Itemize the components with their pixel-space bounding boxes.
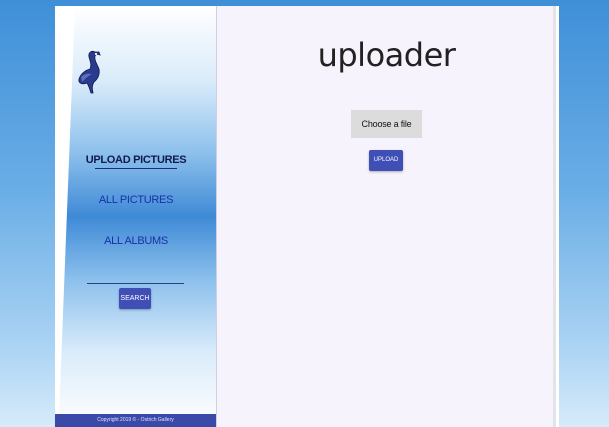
page-title: uploader (317, 36, 456, 74)
footer: Copyright 2019 © - Ostrich Gallery (55, 414, 216, 427)
ostrich-logo-icon[interactable] (73, 46, 107, 94)
nav-all-pictures[interactable]: ALL PICTURES (75, 194, 197, 206)
upload-button[interactable]: UPLOAD (369, 150, 403, 171)
nav-all-albums[interactable]: ALL ALBUMS (75, 235, 197, 247)
sidebar: UPLOAD PICTURES ALL PICTURES ALL ALBUMS … (55, 6, 217, 427)
nav-upload-pictures[interactable]: UPLOAD PICTURES (75, 154, 197, 169)
search-button[interactable]: SEARCH (119, 288, 151, 309)
app-window: UPLOAD PICTURES ALL PICTURES ALL ALBUMS … (55, 6, 559, 427)
scrollbar[interactable] (553, 6, 556, 427)
choose-file-button[interactable]: Choose a file (351, 110, 422, 138)
main-content: uploader Choose a file UPLOAD (217, 6, 556, 427)
search-divider (87, 283, 184, 284)
